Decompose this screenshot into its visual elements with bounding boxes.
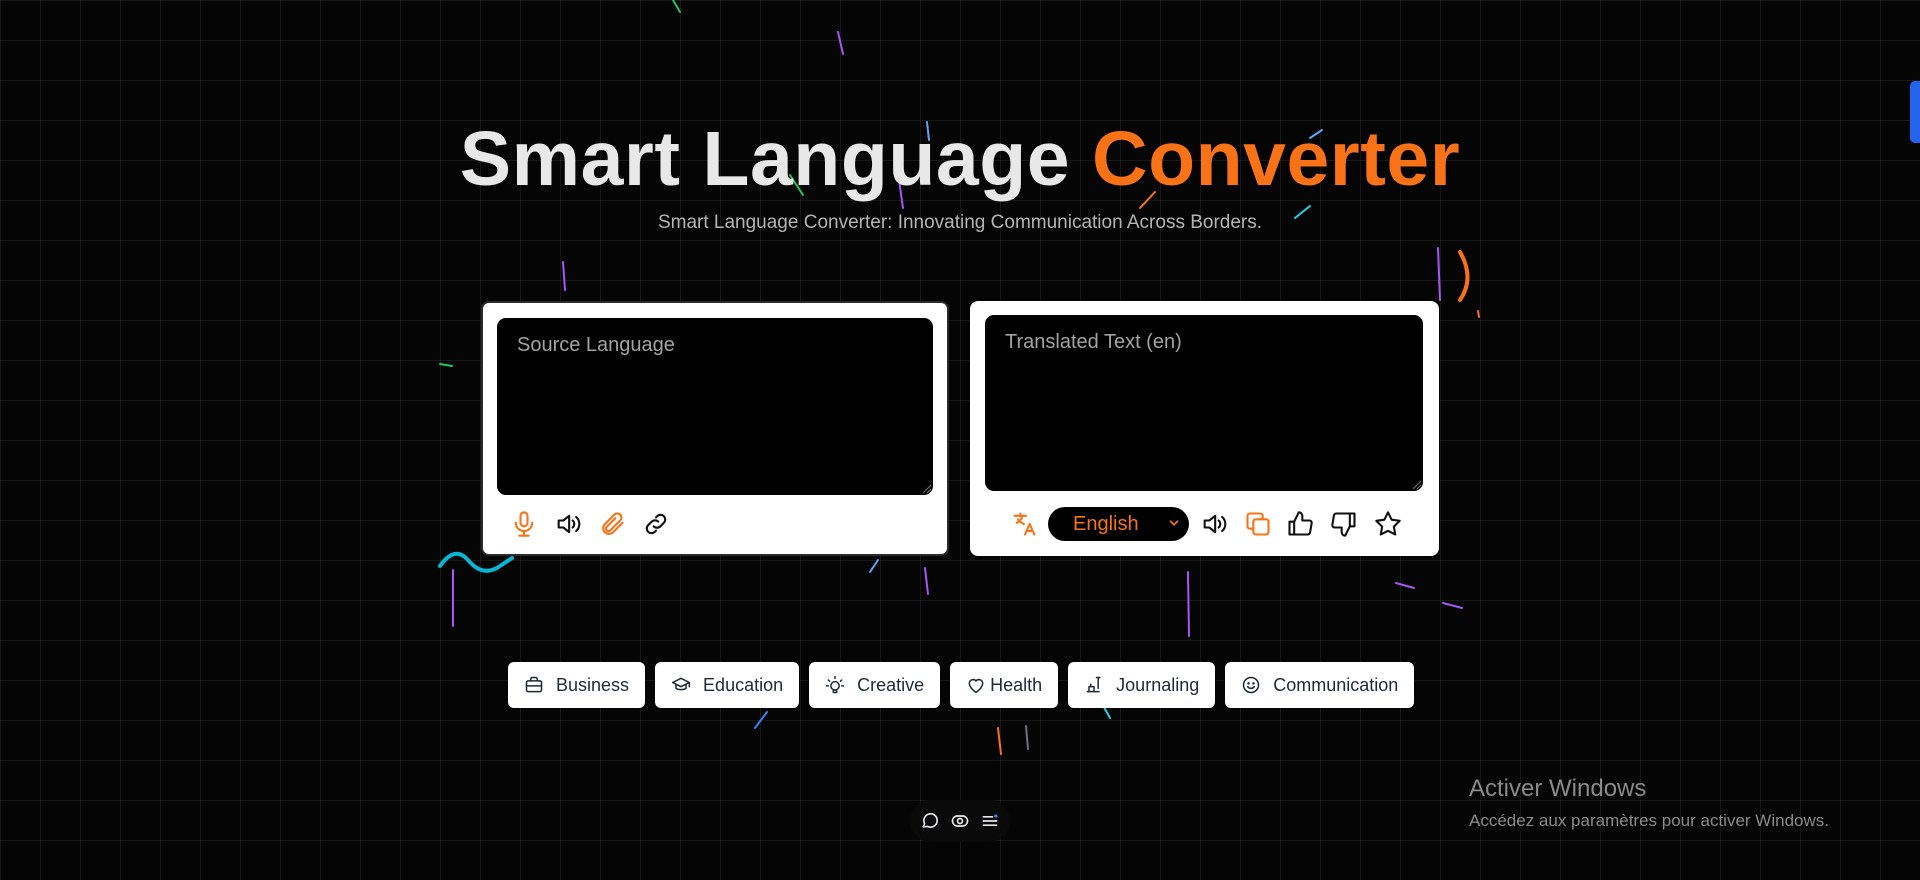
speaker-icon bbox=[1203, 514, 1227, 534]
thumbs-down-icon bbox=[1331, 512, 1356, 537]
link-icon bbox=[645, 513, 667, 535]
speak-translation-button[interactable] bbox=[1199, 509, 1229, 539]
chevron-down-icon bbox=[1169, 520, 1179, 526]
source-text-input[interactable]: Source Language bbox=[497, 318, 933, 495]
thumbs-up-button[interactable] bbox=[1285, 509, 1315, 539]
thumbs-down-button[interactable] bbox=[1329, 509, 1359, 539]
microphone-button[interactable] bbox=[509, 509, 539, 539]
eye-icon[interactable] bbox=[950, 811, 970, 831]
target-panel: Translated Text (en) English bbox=[970, 301, 1439, 556]
resize-handle-icon[interactable] bbox=[1411, 479, 1421, 489]
category-label: Communication bbox=[1273, 674, 1399, 695]
category-communication[interactable]: Communication bbox=[1225, 662, 1415, 708]
title-main: Smart Language bbox=[459, 116, 1092, 202]
category-journaling[interactable]: Journaling bbox=[1068, 662, 1216, 708]
category-label: Creative bbox=[857, 674, 925, 695]
category-health[interactable]: Health bbox=[950, 662, 1059, 708]
watermark-subtitle: Accédez aux paramètres pour activer Wind… bbox=[1469, 811, 1829, 830]
favorite-button[interactable] bbox=[1373, 509, 1403, 539]
menu-icon[interactable] bbox=[980, 811, 1000, 831]
paperclip-icon bbox=[602, 512, 624, 535]
translate-icon bbox=[1013, 512, 1036, 536]
page-subtitle: Smart Language Converter: Innovating Com… bbox=[657, 212, 1263, 233]
source-panel: Source Language bbox=[481, 301, 949, 556]
category-business[interactable]: Business bbox=[508, 662, 646, 708]
category-label: Health bbox=[990, 674, 1043, 695]
page-title: Smart Language Converter bbox=[0, 115, 1920, 204]
translated-text-output[interactable]: Translated Text (en) bbox=[985, 315, 1423, 491]
copy-button[interactable] bbox=[1243, 509, 1273, 539]
thumbs-up-icon bbox=[1288, 511, 1313, 536]
pen-icon bbox=[1086, 676, 1101, 693]
category-education[interactable]: Education bbox=[655, 662, 800, 708]
smile-icon bbox=[1242, 676, 1260, 694]
attach-file-button[interactable] bbox=[597, 509, 627, 539]
category-label: Business bbox=[556, 674, 630, 695]
windows-activation-watermark: Activer Windows Accédez aux paramètres p… bbox=[1469, 775, 1829, 831]
star-icon bbox=[1375, 511, 1401, 536]
heart-icon bbox=[968, 678, 984, 694]
translate-button[interactable] bbox=[1010, 509, 1040, 539]
target-language-select[interactable]: English bbox=[1048, 507, 1189, 541]
chat-icon[interactable] bbox=[920, 811, 940, 831]
category-list: Business Education Creative Health Journ… bbox=[508, 662, 1415, 708]
resize-handle-icon[interactable] bbox=[921, 483, 931, 493]
watermark-title: Activer Windows bbox=[1469, 775, 1647, 802]
lightbulb-icon bbox=[826, 675, 845, 694]
title-accent: Converter bbox=[1091, 116, 1461, 202]
microphone-icon bbox=[514, 511, 534, 537]
selected-language: English bbox=[1073, 512, 1139, 535]
source-toolbar bbox=[509, 509, 671, 539]
category-creative[interactable]: Creative bbox=[809, 662, 941, 708]
speak-source-button[interactable] bbox=[553, 509, 583, 539]
category-label: Education bbox=[703, 674, 784, 695]
speaker-icon bbox=[557, 514, 581, 534]
copy-icon bbox=[1246, 512, 1270, 536]
briefcase-icon bbox=[525, 676, 543, 693]
graduation-cap-icon bbox=[671, 677, 691, 691]
category-label: Journaling bbox=[1116, 674, 1200, 695]
link-button[interactable] bbox=[641, 509, 671, 539]
target-toolbar: English bbox=[1010, 507, 1403, 541]
bottom-toolbar bbox=[910, 800, 1010, 842]
